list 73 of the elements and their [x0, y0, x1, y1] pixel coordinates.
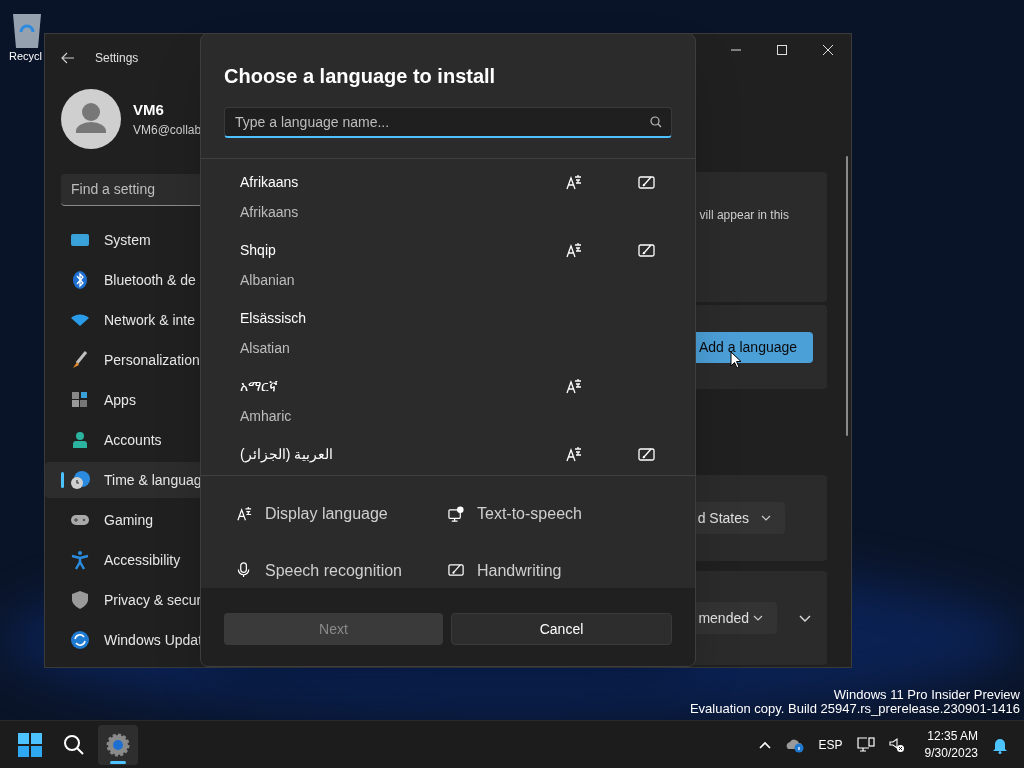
nav-icon [70, 590, 90, 610]
feature-label: Handwriting [477, 560, 562, 581]
gear-icon [106, 732, 130, 757]
close-icon[interactable] [822, 44, 834, 56]
nav-icon [70, 430, 90, 450]
chevron-down-icon [753, 615, 763, 621]
nav-icon [70, 630, 90, 650]
language-name: العربية (الجزائر) [240, 445, 335, 465]
search-icon[interactable] [63, 733, 85, 756]
clock-time: 12:35 AM [927, 727, 978, 745]
nav-icon [70, 470, 90, 490]
avatar-icon [61, 89, 121, 149]
text-to-speech-icon [448, 505, 465, 523]
user-name: VM6 [133, 99, 165, 120]
nav-icon [70, 390, 90, 410]
selection-indicator [61, 472, 64, 488]
nav-item[interactable]: Apps [45, 382, 201, 418]
nav-item[interactable]: Gaming [45, 502, 201, 538]
back-arrow-icon[interactable] [61, 52, 75, 64]
nav-item[interactable]: Personalization [45, 342, 201, 378]
language-item[interactable]: Afrikaans Afrikaans [201, 159, 695, 227]
card-description: vill appear in this [699, 207, 789, 224]
language-item[interactable]: Shqip Albanian [201, 227, 695, 295]
language-name: አማርኛ [240, 377, 279, 396]
recycle-bin-label: Recycl [9, 50, 42, 64]
chevron-up-icon[interactable] [758, 740, 771, 749]
display-language-icon [236, 505, 253, 523]
language-item[interactable]: አማርኛ Amharic [201, 363, 695, 431]
dialog-title: Choose a language to install [223, 64, 497, 89]
dropdown-value: mended [698, 608, 749, 628]
language-english-name: Albanian [240, 271, 296, 290]
language-item[interactable]: العربية (الجزائر) [201, 431, 695, 475]
volume-muted-icon[interactable] [888, 736, 905, 753]
language-english-name: Afrikaans [240, 203, 300, 222]
nav-icon [70, 270, 90, 290]
nav-icon [70, 550, 90, 570]
nav-item[interactable]: Network & inte [45, 302, 201, 338]
clock-date: 9/30/2023 [924, 744, 978, 762]
windows-logo-icon[interactable] [18, 732, 42, 757]
feature-label: Speech recognition [265, 560, 402, 581]
network-wired-icon[interactable] [856, 736, 875, 753]
maximize-icon[interactable] [776, 44, 788, 56]
settings-taskbar-button[interactable] [98, 724, 138, 765]
nav-item[interactable]: System [45, 222, 201, 258]
language-name: Shqip [240, 241, 277, 260]
scrollbar-thumb[interactable] [846, 156, 848, 436]
watermark-text: Evaluation copy. Build 25947.rs_prerelease.230901-1416 [689, 702, 1020, 716]
language-name: Elsässisch [240, 309, 308, 328]
user-email: VM6@collab [133, 122, 201, 140]
language-name: Afrikaans [240, 173, 300, 192]
find-setting-field[interactable]: Find a setting [61, 174, 201, 206]
watermark-text: Windows 11 Pro Insider Preview [833, 688, 1020, 702]
dialog-button[interactable]: Cancel [451, 613, 672, 645]
language-english-name: Amharic [240, 407, 293, 426]
expand-chevron-icon[interactable] [799, 614, 811, 622]
nav-item[interactable]: Time & languag [45, 462, 201, 498]
window-title: Settings [95, 50, 139, 67]
feature-label: Display language [265, 504, 388, 525]
nav-item[interactable]: Accessibility [45, 542, 201, 578]
feature-label: Text-to-speech [477, 504, 582, 525]
nav-item[interactable]: Accounts [45, 422, 201, 458]
clock[interactable]: 12:35 AM 9/30/2023 [924, 727, 978, 762]
nav-icon [70, 350, 90, 370]
chevron-down-icon [761, 515, 771, 521]
running-indicator [110, 760, 126, 764]
input-language-indicator[interactable]: ESP [818, 735, 843, 754]
search-icon [650, 116, 662, 128]
nav-item[interactable]: Bluetooth & de [45, 262, 201, 298]
language-english-name: Alsatian [240, 339, 291, 358]
dropdown-value: d States [697, 508, 749, 528]
language-search-field[interactable]: Type a language name... [224, 107, 672, 138]
nav-item[interactable]: Privacy & secur [45, 582, 201, 618]
mouse-pointer-icon [730, 351, 742, 369]
